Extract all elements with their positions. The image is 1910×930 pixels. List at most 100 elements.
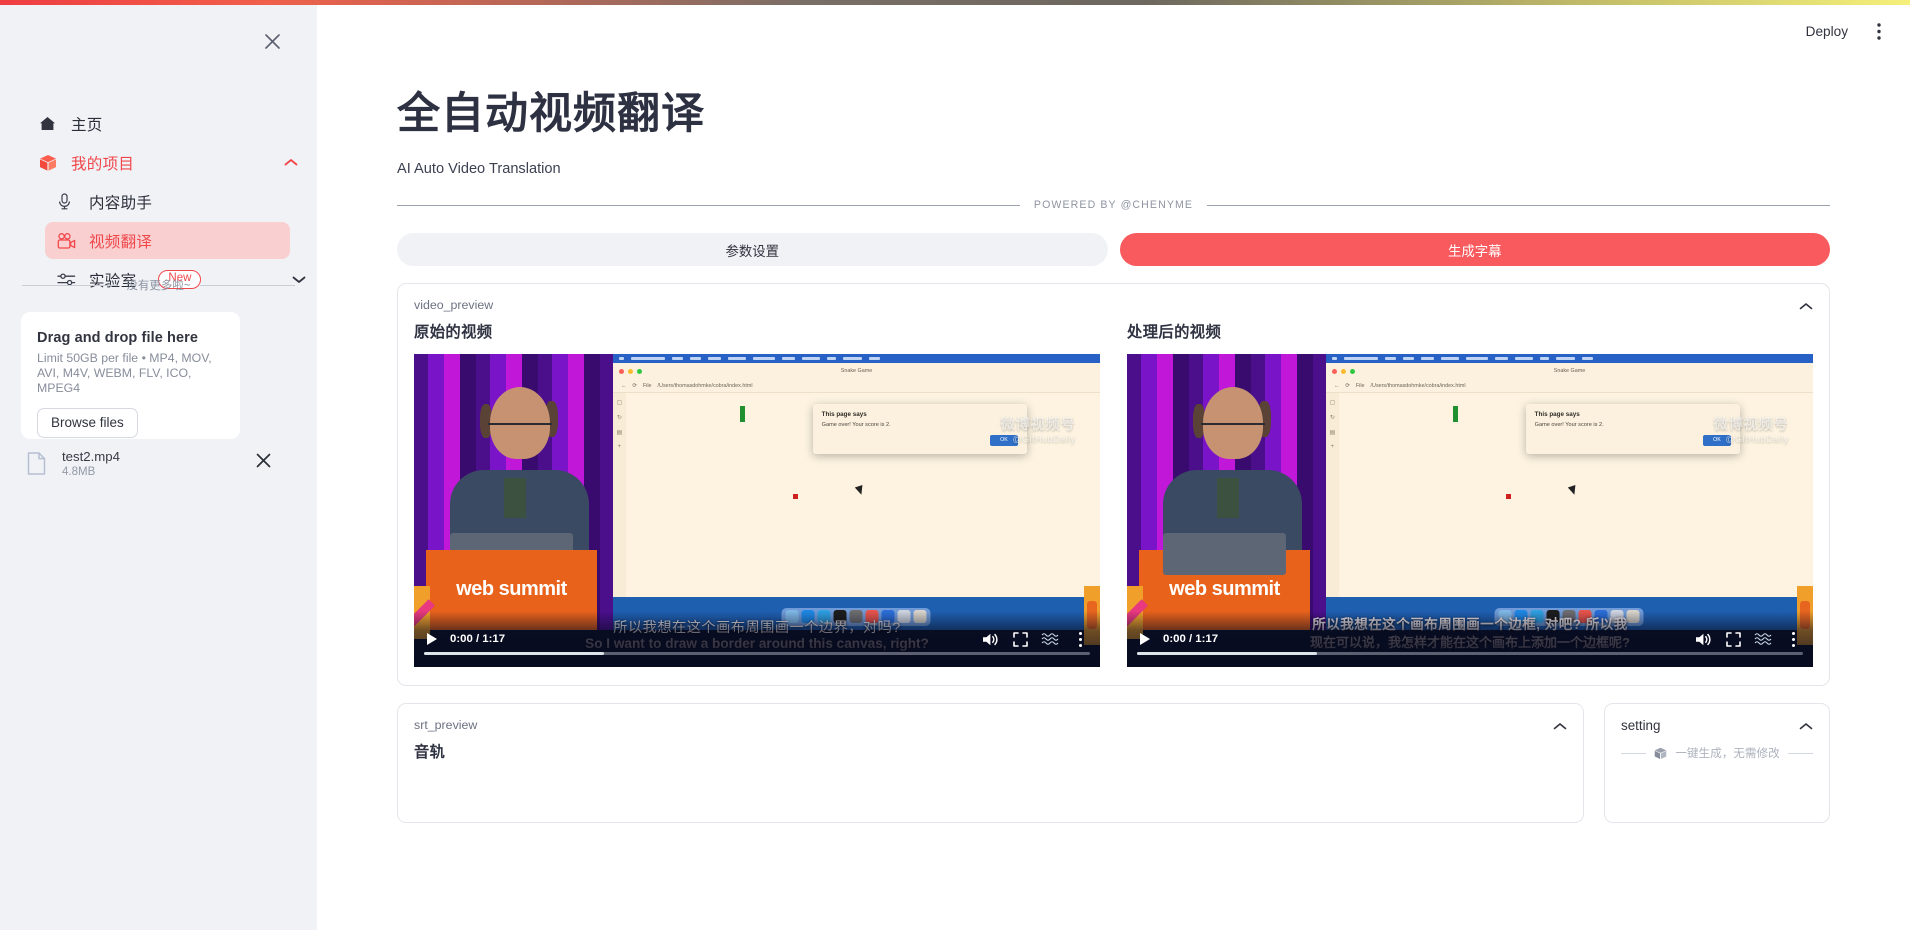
speaker-shirt xyxy=(1217,478,1239,518)
sidebar-item-label: 主页 xyxy=(71,113,103,135)
bottom-card-row: srt_preview 音轨 setting xyxy=(397,703,1830,823)
mac-menu-bar xyxy=(1326,354,1813,363)
mac-menu-bar xyxy=(613,354,1100,363)
waveform-icon[interactable] xyxy=(1753,629,1773,649)
editor-side-rail: ▢ ↻ ▤ + xyxy=(1326,393,1339,603)
browser-url-bar[interactable]: ← ⟳ File /Users/thomasdohmke/cobra/index… xyxy=(1326,379,1813,393)
watermark-text: 微博视频号 xyxy=(1001,416,1076,434)
main-inner: 全自动视频翻译 AI Auto Video Translation POWERE… xyxy=(317,90,1910,823)
chevron-up-icon[interactable] xyxy=(284,154,298,172)
volume-icon[interactable] xyxy=(1693,629,1713,649)
app-root: 主页 我的项目 xyxy=(0,0,1910,930)
divider-line-left xyxy=(397,205,1020,206)
close-traffic-light-icon[interactable] xyxy=(1332,369,1337,374)
rail-copy-icon: ▢ xyxy=(1330,399,1336,406)
browser-url-bar[interactable]: ← ⟳ File /Users/thomasdohmke/cobra/index… xyxy=(613,379,1100,393)
play-button-icon[interactable] xyxy=(424,631,440,647)
kebab-menu-icon[interactable] xyxy=(1864,16,1894,46)
rail-copy-icon: ▢ xyxy=(617,399,623,406)
original-video-heading: 原始的视频 xyxy=(414,320,1100,342)
menu-edit xyxy=(690,357,701,360)
divider-line-left xyxy=(1621,753,1646,754)
sidebar-item-projects[interactable]: 我的项目 xyxy=(27,144,290,181)
settings-button[interactable]: 参数设置 xyxy=(397,233,1108,266)
chevron-up-icon[interactable] xyxy=(1799,298,1813,316)
original-video-player[interactable]: web summit xyxy=(414,354,1100,667)
minimize-traffic-light-icon[interactable] xyxy=(628,369,633,374)
chevron-up-icon[interactable] xyxy=(1553,718,1567,736)
sidebar-item-home[interactable]: 主页 xyxy=(27,105,290,142)
snake-segment xyxy=(740,406,745,422)
dialog-body: Game over! Your score is 2. xyxy=(1535,422,1731,428)
podium-logo-text: web summit xyxy=(1169,580,1280,599)
generate-subtitles-button[interactable]: 生成字幕 xyxy=(1120,233,1831,266)
volume-icon[interactable] xyxy=(980,629,1000,649)
menu-profiles xyxy=(802,357,820,360)
dropzone-title: Drag and drop file here xyxy=(37,330,224,346)
menu-file xyxy=(1385,357,1396,360)
menu-tools xyxy=(1495,357,1508,360)
watermark-text: 微博视频号 xyxy=(1714,416,1789,434)
processed-video-player[interactable]: web summit xyxy=(1127,354,1813,667)
sidebar-item-content-assistant[interactable]: 内容助手 xyxy=(45,183,290,220)
divider-line-right xyxy=(200,285,295,286)
browse-files-button[interactable]: Browse files xyxy=(37,408,138,438)
close-traffic-light-icon[interactable] xyxy=(619,369,624,374)
dialog-title: This page says xyxy=(822,411,1018,418)
setting-divider-label: 一键生成，无需修改 xyxy=(1675,745,1779,761)
setting-divider: 一键生成，无需修改 xyxy=(1605,733,1829,761)
browser-page-area: ▢ ↻ ▤ + xyxy=(1326,393,1813,603)
rail-file-icon: ▤ xyxy=(617,429,623,436)
reload-icon[interactable]: ⟳ xyxy=(632,383,637,389)
fullscreen-icon[interactable] xyxy=(1010,629,1030,649)
file-size: 4.8MB xyxy=(62,466,120,478)
menu-view xyxy=(708,357,721,360)
browser-tab-title: Snake Game xyxy=(1554,368,1585,374)
watermark-subtext: @GitHubDaily xyxy=(1714,434,1789,445)
js-alert-dialog: This page says Game over! Your score is … xyxy=(1526,404,1740,454)
video-progress-bar[interactable] xyxy=(1137,652,1803,655)
rail-add-icon: + xyxy=(1331,444,1335,450)
chevron-up-icon[interactable] xyxy=(1799,718,1813,736)
page-subtitle: AI Auto Video Translation xyxy=(397,161,1830,177)
podium-logo-text: web summit xyxy=(456,580,567,599)
menu-tab xyxy=(1540,357,1549,360)
play-button-icon[interactable] xyxy=(1137,631,1153,647)
browser-titlebar: Snake Game xyxy=(1326,363,1813,379)
kebab-menu-icon[interactable] xyxy=(1783,629,1803,649)
remove-file-icon[interactable] xyxy=(256,453,271,473)
top-gradient-bar xyxy=(0,0,1910,5)
srt-preview-heading: 音轨 xyxy=(398,732,1583,762)
fullscreen-icon[interactable] xyxy=(1723,629,1743,649)
menu-history xyxy=(728,357,746,360)
reload-icon[interactable]: ⟳ xyxy=(1345,383,1350,389)
sidebar-item-label: 我的项目 xyxy=(71,152,134,174)
video-time-display: 0:00 / 1:17 xyxy=(450,633,505,645)
back-arrow-icon[interactable]: ← xyxy=(1334,383,1339,389)
rail-add-icon: + xyxy=(618,444,622,450)
sidebar-item-video-translation[interactable]: 视频翻译 xyxy=(45,222,290,259)
close-icon[interactable] xyxy=(258,27,286,55)
kebab-menu-icon[interactable] xyxy=(1070,629,1090,649)
video-preview-card-label: video_preview xyxy=(398,284,1829,312)
maximize-traffic-light-icon[interactable] xyxy=(1350,369,1355,374)
menu-tab xyxy=(827,357,836,360)
deploy-button[interactable]: Deploy xyxy=(1794,18,1860,45)
page-title: 全自动视频翻译 xyxy=(397,90,1830,138)
shared-screen: Snake Game ← ⟳ File /Users/thomasdohmke/… xyxy=(1326,354,1813,629)
no-more-divider: 没有更多啦~ xyxy=(22,277,295,293)
box-icon xyxy=(1654,747,1667,760)
waveform-icon[interactable] xyxy=(1040,629,1060,649)
main-content: 全自动视频翻译 AI Auto Video Translation POWERE… xyxy=(317,5,1910,930)
sidebar: 主页 我的项目 xyxy=(0,5,317,930)
top-bar: Deploy xyxy=(317,5,1910,57)
back-arrow-icon[interactable]: ← xyxy=(621,383,626,389)
video-columns: 原始的视频 xyxy=(398,312,1829,685)
file-dropzone[interactable]: Drag and drop file here Limit 50GB per f… xyxy=(21,312,240,439)
maximize-traffic-light-icon[interactable] xyxy=(637,369,642,374)
minimize-traffic-light-icon[interactable] xyxy=(1341,369,1346,374)
home-icon xyxy=(39,116,65,131)
video-progress-bar[interactable] xyxy=(424,652,1090,655)
srt-preview-card-label: srt_preview xyxy=(398,704,1583,732)
video-controls: 0:00 / 1:17 xyxy=(1127,611,1813,667)
